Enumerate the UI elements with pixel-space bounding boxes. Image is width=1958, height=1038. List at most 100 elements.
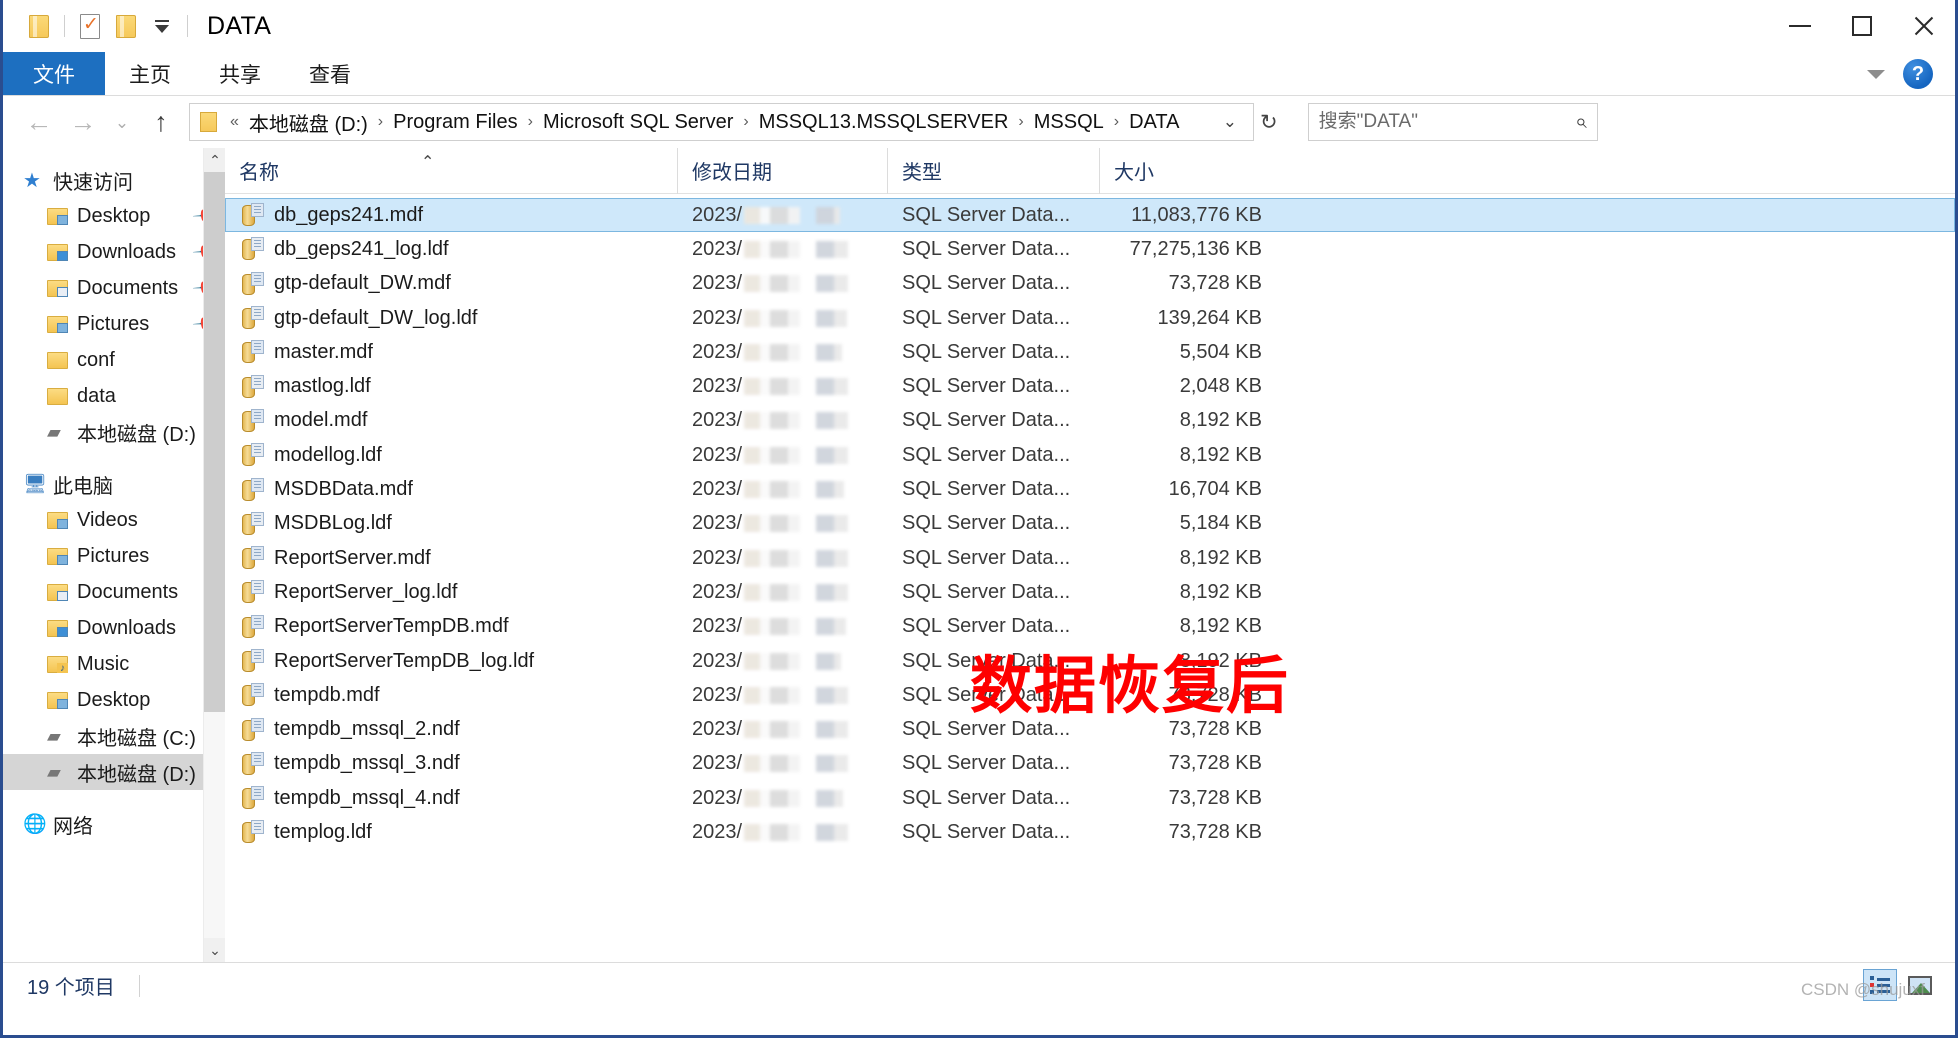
breadcrumb-item-program-files[interactable]: Program Files — [389, 109, 521, 136]
table-row[interactable]: db_geps241_log.ldf 2023/SQL Server Data..… — [225, 232, 1955, 266]
sidebar-item-desktop[interactable]: Desktop 📌 — [3, 198, 225, 234]
table-row[interactable]: gtp-default_DW.mdf 2023/SQL Server Data..… — [225, 267, 1955, 301]
table-row[interactable]: master.mdf 2023/SQL Server Data... 5,504 K… — [225, 335, 1955, 369]
folder-documents-icon — [47, 583, 77, 601]
sidebar-item-downloads[interactable]: Downloads 📌 — [3, 234, 225, 270]
file-name-label: tempdb_mssql_2.ndf — [274, 718, 460, 741]
sidebar-scrollbar[interactable]: ⌃ ⌄ — [203, 148, 225, 962]
search-icon[interactable]: ⌕ — [1575, 110, 1587, 134]
breadcrumb-list: « 本地磁盘 (D:) › Program Files › Microsoft … — [224, 106, 1213, 139]
sidebar-group-this-pc[interactable]: 🖥 此电脑 — [3, 466, 225, 502]
breadcrumb-item-mssql[interactable]: MSSQL — [1030, 109, 1108, 136]
scrollbar-thumb[interactable] — [204, 172, 225, 712]
sql-database-file-icon — [242, 237, 264, 261]
breadcrumb-item-drive[interactable]: 本地磁盘 (D:) — [245, 106, 372, 139]
table-row[interactable]: tempdb.mdf 2023/SQL Server Data... 73,728 … — [225, 678, 1955, 712]
table-row[interactable]: model.mdf 2023/SQL Server Data... 8,192 KB — [225, 404, 1955, 438]
sidebar-item-label: Downloads — [77, 240, 176, 263]
folder-icon[interactable] — [21, 9, 57, 43]
table-row[interactable]: MSDBLog.ldf 2023/SQL Server Data... 5,184 … — [225, 507, 1955, 541]
sidebar-item-local-disk-d-quick[interactable]: ▰ 本地磁盘 (D:) — [3, 414, 225, 450]
new-folder-icon[interactable] — [108, 9, 144, 43]
ribbon-tabs: 文件 主页 共享 查看 ? — [3, 52, 1955, 96]
sidebar-group-network[interactable]: 🌐 网络 — [3, 806, 225, 842]
sidebar-item-desktop-pc[interactable]: Desktop — [3, 682, 225, 718]
forward-arrow-icon[interactable]: → — [61, 102, 105, 142]
breadcrumb-item-data[interactable]: DATA — [1125, 109, 1183, 136]
tab-share[interactable]: 共享 — [195, 52, 285, 95]
table-row[interactable]: mastlog.ldf 2023/SQL Server Data... 2,048 … — [225, 369, 1955, 403]
explorer-body: ★ 快速访问 Desktop 📌 Downloads 📌 Documents 📌 — [3, 148, 1955, 962]
recent-locations-icon[interactable]: ⌄ — [105, 102, 139, 142]
file-type-cell: SQL Server Data... — [902, 546, 1071, 569]
drive-icon: ▰ — [47, 421, 61, 442]
close-button[interactable] — [1893, 0, 1955, 52]
sidebar-item-music[interactable]: ♪ Music — [3, 646, 225, 682]
chevron-down-icon[interactable] — [1867, 69, 1885, 79]
search-box[interactable]: ⌕ — [1307, 103, 1598, 141]
sort-ascending-icon: ⌃ — [421, 153, 435, 171]
sidebar-item-documents-pc[interactable]: Documents — [3, 574, 225, 610]
view-mode-buttons — [1863, 969, 1937, 1001]
file-type-cell: SQL Server Data... — [902, 375, 1071, 398]
help-button[interactable]: ? — [1903, 59, 1933, 89]
column-header-date[interactable]: 修改日期 — [677, 148, 887, 194]
sql-database-file-icon — [242, 271, 264, 296]
details-view-icon[interactable] — [1863, 969, 1897, 1001]
table-row[interactable]: ReportServerTempDB.mdf 2023/SQL Server Da… — [225, 610, 1955, 644]
file-date-cell: 2023/ — [678, 307, 888, 330]
sidebar-item-downloads-pc[interactable]: Downloads — [3, 610, 225, 646]
column-header-size[interactable]: 大小 — [1099, 148, 1269, 194]
thumbnails-view-icon[interactable] — [1903, 969, 1937, 1001]
search-input[interactable] — [1318, 111, 1575, 133]
breadcrumb[interactable]: « 本地磁盘 (D:) › Program Files › Microsoft … — [189, 103, 1254, 141]
table-row[interactable]: ReportServer.mdf 2023/SQL Server Data... 8… — [225, 541, 1955, 575]
file-name-cell: ReportServer.mdf — [226, 546, 678, 570]
scroll-up-icon[interactable]: ⌃ — [204, 148, 225, 172]
table-row[interactable]: MSDBData.mdf 2023/SQL Server Data... 16,70… — [225, 472, 1955, 506]
address-dropdown-icon[interactable]: ⌄ — [1213, 112, 1247, 132]
table-row[interactable]: tempdb_mssql_3.ndf 2023/SQL Server Data..… — [225, 747, 1955, 781]
sidebar-item-pictures[interactable]: Pictures 📌 — [3, 306, 225, 342]
sidebar-item-videos[interactable]: Videos — [3, 502, 225, 538]
tab-home[interactable]: 主页 — [105, 52, 195, 95]
network-icon: 🌐 — [23, 814, 47, 835]
table-row[interactable]: modellog.ldf 2023/SQL Server Data... 8,192… — [225, 438, 1955, 472]
refresh-icon[interactable]: ↻ — [1254, 110, 1284, 135]
sidebar-item-local-disk-c[interactable]: ▰ 本地磁盘 (C:) — [3, 718, 225, 754]
breadcrumb-item-microsoft-sql-server[interactable]: Microsoft SQL Server — [539, 109, 737, 136]
table-row[interactable]: tempdb_mssql_4.ndf 2023/SQL Server Data..… — [225, 781, 1955, 815]
table-row[interactable]: ReportServerTempDB_log.ldf 2023/SQL Serve… — [225, 644, 1955, 678]
table-row[interactable]: tempdb_mssql_2.ndf 2023/SQL Server Data..… — [225, 712, 1955, 746]
back-arrow-icon[interactable]: ← — [17, 102, 61, 142]
sidebar-group-quick-access[interactable]: ★ 快速访问 — [3, 162, 225, 198]
table-row[interactable]: templog.ldf 2023/SQL Server Data... 73,728… — [225, 815, 1955, 849]
tab-file[interactable]: 文件 — [3, 52, 105, 95]
breadcrumb-overflow[interactable]: « — [230, 113, 239, 131]
sidebar-item-data[interactable]: data — [3, 378, 225, 414]
sidebar-item-local-disk-d[interactable]: ▰ 本地磁盘 (D:) — [3, 754, 225, 790]
table-row[interactable]: gtp-default_DW_log.ldf 2023/SQL Server Da… — [225, 301, 1955, 335]
minimize-button[interactable] — [1769, 0, 1831, 52]
properties-icon[interactable] — [72, 9, 108, 43]
column-header-type[interactable]: 类型 — [887, 148, 1099, 194]
column-header-name[interactable]: 名称 ⌃ — [225, 148, 677, 194]
scroll-down-icon[interactable]: ⌄ — [204, 938, 225, 962]
status-bar: 19 个项目 CSDN @shujuxf — [3, 962, 1955, 1008]
star-pin-icon: ★ — [23, 169, 41, 192]
file-name-cell: MSDBLog.ldf — [226, 511, 678, 536]
sidebar-item-pictures-pc[interactable]: Pictures — [3, 538, 225, 574]
redacted-date-block — [744, 412, 855, 430]
tab-view[interactable]: 查看 — [285, 52, 375, 95]
table-row[interactable]: db_geps241.mdf 2023/SQL Server Data... 11,… — [225, 198, 1955, 233]
file-name-cell: tempdb_mssql_4.ndf — [226, 786, 678, 810]
table-row[interactable]: ReportServer_log.ldf 2023/SQL Server Data… — [225, 575, 1955, 609]
folder-desktop-icon — [47, 691, 77, 709]
up-arrow-icon[interactable]: ↑ — [139, 102, 183, 142]
maximize-button[interactable] — [1831, 0, 1893, 52]
sidebar-item-documents[interactable]: Documents 📌 — [3, 270, 225, 306]
customize-caret-icon[interactable] — [144, 9, 180, 43]
redacted-date-block — [744, 686, 859, 704]
sidebar-item-conf[interactable]: conf — [3, 342, 225, 378]
breadcrumb-item-instance[interactable]: MSSQL13.MSSQLSERVER — [755, 109, 1013, 136]
